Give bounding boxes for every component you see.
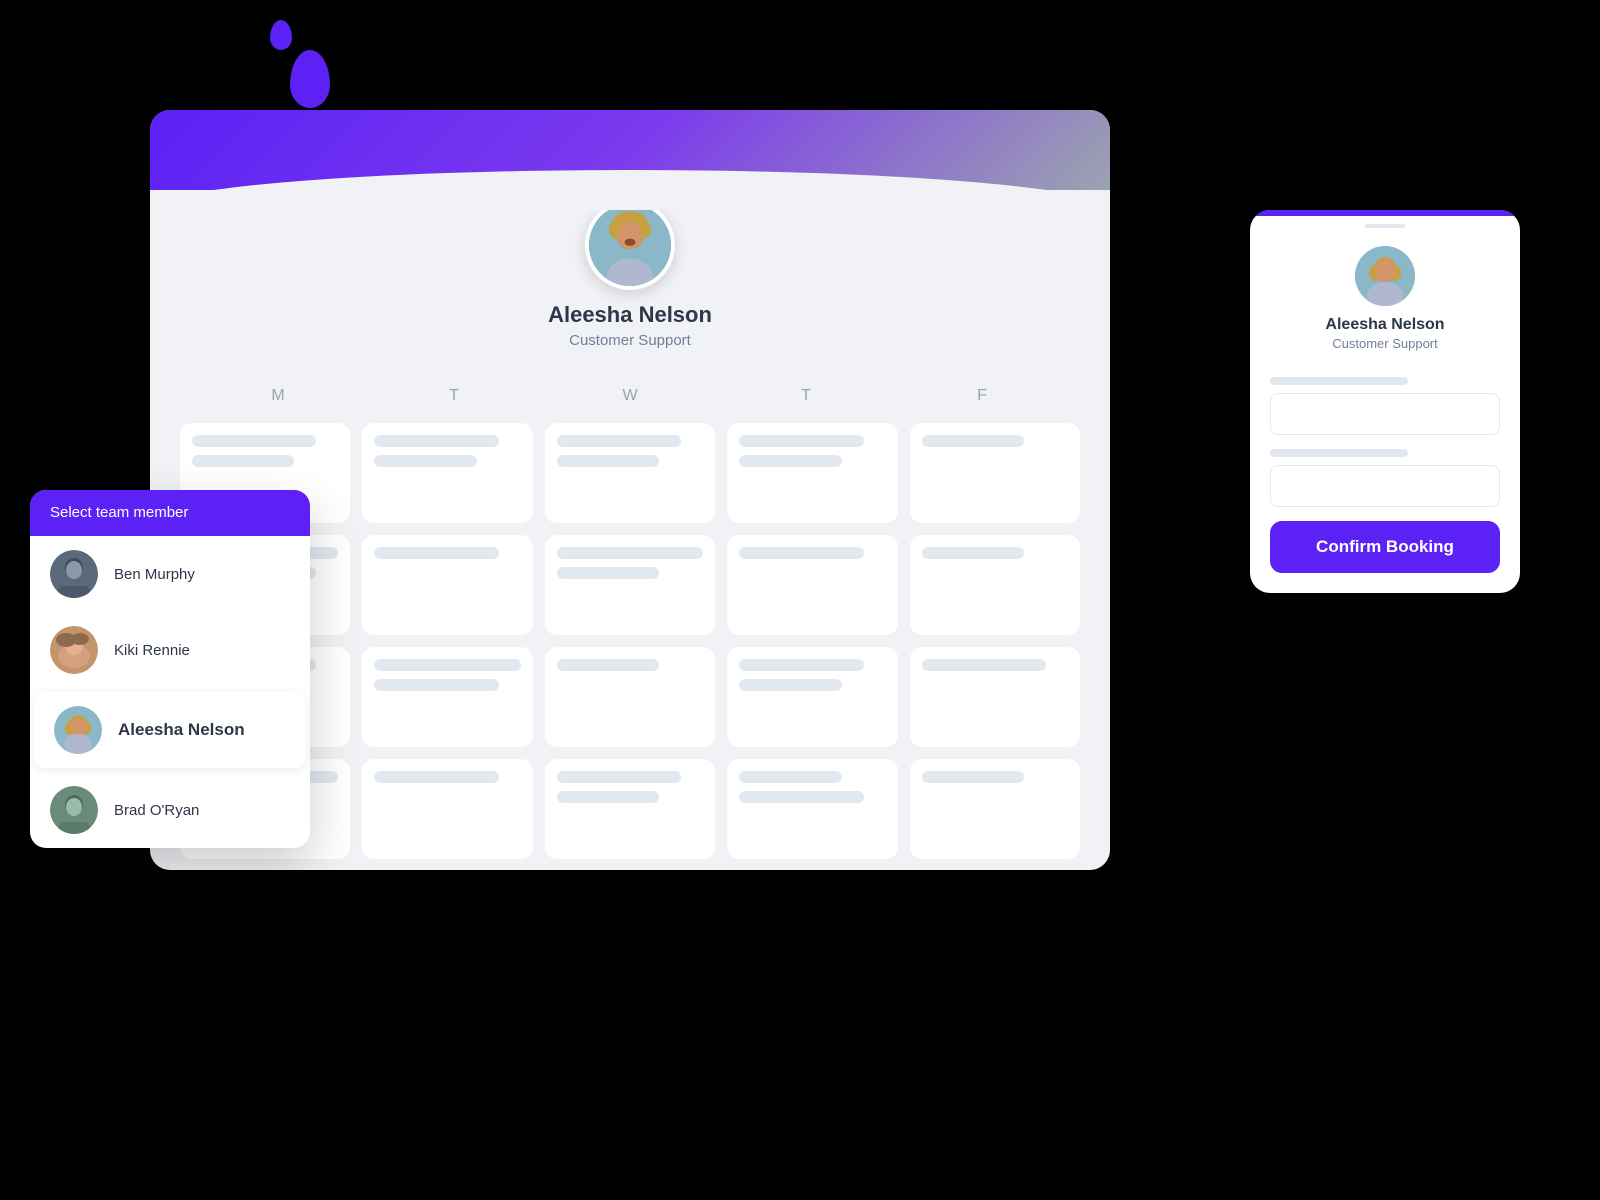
day-f: F	[894, 379, 1070, 413]
booking-form: Confirm Booking	[1250, 367, 1520, 593]
booking-avatar	[1355, 246, 1415, 306]
drop-large	[290, 50, 330, 108]
avatar-image-main	[589, 204, 671, 286]
dropdown-header-text: Select team member	[50, 504, 188, 521]
booking-role: Customer Support	[1332, 336, 1438, 351]
calendar-cell[interactable]	[545, 647, 715, 747]
notch-bar	[1365, 224, 1405, 228]
day-m: M	[190, 379, 366, 413]
calendar-cell[interactable]	[545, 535, 715, 635]
calendar-cell[interactable]	[545, 759, 715, 859]
member-name-aleesha: Aleesha Nelson	[118, 720, 245, 740]
member-avatar-ben	[50, 550, 98, 598]
calendar-cell[interactable]	[727, 759, 897, 859]
member-item-ben[interactable]: Ben Murphy	[30, 536, 310, 612]
calendar-cell[interactable]	[362, 423, 532, 523]
calendar-cell[interactable]	[362, 535, 532, 635]
member-item-kiki[interactable]: Kiki Rennie	[30, 612, 310, 688]
member-item-aleesha[interactable]: Aleesha Nelson	[34, 692, 306, 768]
profile-name: Aleesha Nelson	[548, 302, 712, 328]
calendar-cell[interactable]	[910, 535, 1080, 635]
profile-role: Customer Support	[569, 332, 691, 349]
member-avatar-brad	[50, 786, 98, 834]
calendar-days-header: M T W T F	[180, 379, 1080, 413]
dropdown-header: Select team member	[30, 490, 310, 536]
member-avatar-kiki	[50, 626, 98, 674]
calendar-cell[interactable]	[727, 423, 897, 523]
member-name-kiki: Kiki Rennie	[114, 642, 190, 659]
booking-panel: Aleesha Nelson Customer Support Confirm …	[1250, 210, 1520, 593]
day-t1: T	[366, 379, 542, 413]
calendar-cell[interactable]	[910, 759, 1080, 859]
booking-profile-section: Aleesha Nelson Customer Support	[1250, 236, 1520, 367]
form-label-1	[1270, 377, 1408, 385]
day-t2: T	[718, 379, 894, 413]
booking-panel-notch	[1250, 216, 1520, 236]
calendar-cell[interactable]	[727, 647, 897, 747]
drop-small	[270, 20, 292, 50]
member-avatar-aleesha	[54, 706, 102, 754]
calendar-cell[interactable]	[910, 423, 1080, 523]
form-input-1[interactable]	[1270, 393, 1500, 435]
calendar-cell[interactable]	[545, 423, 715, 523]
calendar-cell[interactable]	[362, 759, 532, 859]
member-name-brad: Brad O'Ryan	[114, 802, 199, 819]
team-member-dropdown: Select team member Ben Murphy Kiki Renni…	[30, 490, 310, 848]
form-label-2	[1270, 449, 1408, 457]
calendar-cell[interactable]	[727, 535, 897, 635]
member-item-brad[interactable]: Brad O'Ryan	[30, 772, 310, 848]
member-name-ben: Ben Murphy	[114, 566, 195, 583]
calendar-grid	[180, 423, 1080, 870]
booking-name: Aleesha Nelson	[1325, 316, 1444, 334]
calendar-cell[interactable]	[910, 647, 1080, 747]
profile-section: Aleesha Nelson Customer Support	[150, 190, 1110, 369]
profile-avatar-main	[585, 200, 675, 290]
calendar-cell[interactable]	[362, 647, 532, 747]
card-header	[150, 110, 1110, 190]
confirm-booking-button[interactable]: Confirm Booking	[1270, 521, 1500, 573]
form-input-2[interactable]	[1270, 465, 1500, 507]
day-w: W	[542, 379, 718, 413]
